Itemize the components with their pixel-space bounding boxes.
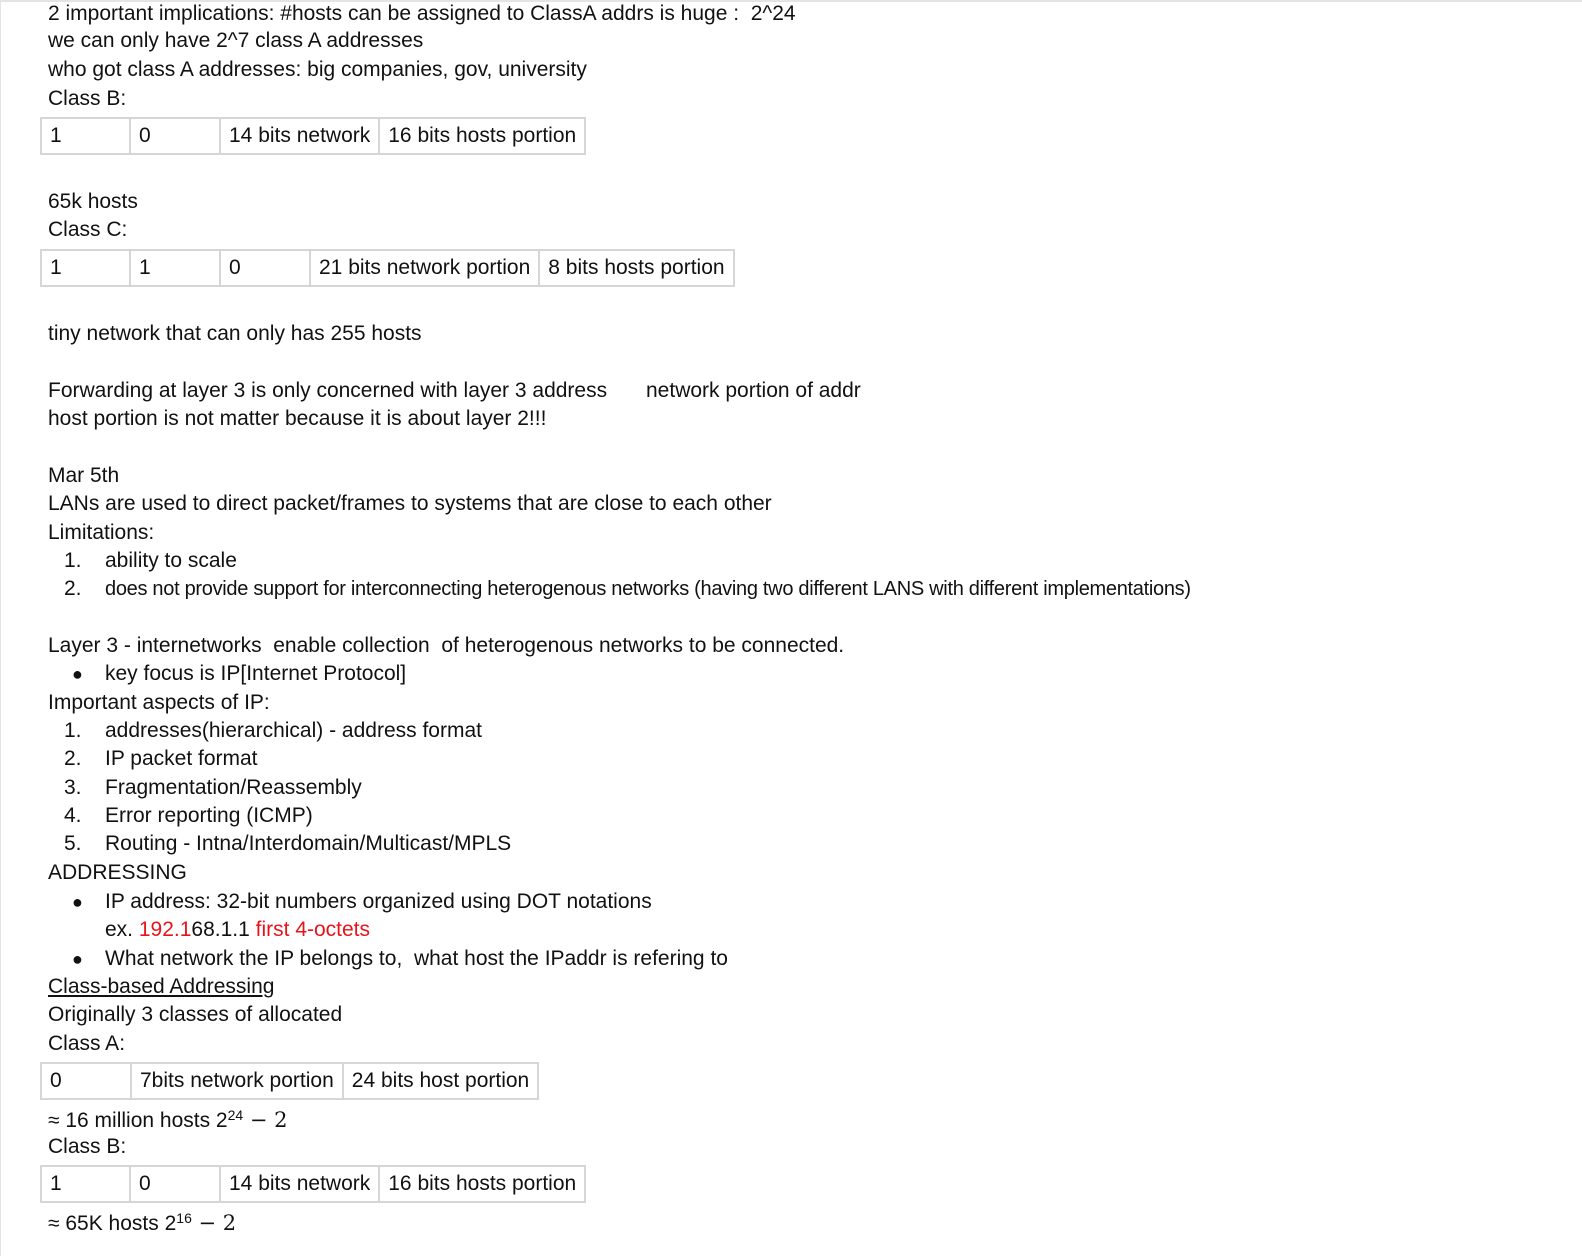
class-a-label: Class A:	[48, 1032, 126, 1055]
aspects-title: Important aspects of IP:	[48, 691, 270, 714]
list-number: 2.	[64, 747, 82, 770]
date-heading: Mar 5th	[48, 464, 120, 487]
list-item: What network the IP belongs to, what hos…	[105, 947, 728, 970]
table-cell: 0	[129, 1165, 221, 1203]
forwarding-line: Forwarding at layer 3 is only concerned …	[48, 379, 608, 402]
class-a-table: 0 7bits network portion 24 bits host por…	[40, 1062, 540, 1100]
class-a-owners-line: who got class A addresses: big companies…	[48, 58, 587, 81]
list-number: 5.	[64, 832, 82, 855]
hosts-65k-line: 65k hosts	[48, 190, 138, 213]
list-number: 1.	[64, 549, 82, 572]
forwarding-note: network portion of addr	[646, 379, 861, 402]
table-cell: 24 bits host portion	[341, 1062, 540, 1100]
originally-line: Originally 3 classes of allocated	[48, 1003, 343, 1026]
hosts-text: ≈ 65K hosts 2	[48, 1212, 177, 1235]
list-item: Routing - Intna/Interdomain/Multicast/MP…	[105, 832, 512, 855]
class-based-heading: Class-based Addressing	[48, 975, 275, 998]
list-item: IP packet format	[105, 747, 258, 770]
addressing-heading: ADDRESSING	[48, 861, 187, 884]
list-item: IP address: 32-bit numbers organized usi…	[105, 890, 652, 913]
table-cell: 14 bits network	[218, 1165, 381, 1203]
ip-example: ex. 192.168.1.1 first 4-octets	[105, 916, 370, 945]
list-item: ability to scale	[105, 549, 237, 572]
class-c-label: Class C:	[48, 218, 128, 241]
tiny-network-line: tiny network that can only has 255 hosts	[48, 322, 422, 345]
example-prefix: ex.	[105, 918, 139, 941]
class-b-label-top: Class B:	[48, 87, 127, 110]
list-item: addresses(hierarchical) - address format	[105, 719, 482, 742]
list-item: does not provide support for interconnec…	[105, 578, 1191, 600]
class-a-hosts: ≈ 16 million hosts 224 − 2	[48, 1106, 288, 1136]
class-b-table-top: 1 0 14 bits network 16 bits hosts portio…	[40, 117, 587, 155]
exponent: 24	[227, 1107, 244, 1123]
table-cell: 1	[129, 249, 221, 287]
table-cell: 14 bits network	[218, 117, 381, 155]
class-c-table: 1 1 0 21 bits network portion 8 bits hos…	[40, 249, 735, 287]
limitations-label: Limitations:	[48, 521, 155, 544]
table-cell: 7bits network portion	[130, 1062, 344, 1100]
list-item: Error reporting (ICMP)	[105, 804, 313, 827]
list-item: key focus is IP[Internet Protocol]	[105, 662, 407, 685]
example-note: first 4-octets	[255, 918, 371, 941]
host-portion-line: host portion is not matter because it is…	[48, 407, 547, 430]
hosts-text: ≈ 16 million hosts 2	[48, 1109, 228, 1132]
table-cell: 16 bits hosts portion	[378, 1165, 587, 1203]
table-cell: 0	[219, 249, 311, 287]
table-cell: 1	[40, 117, 131, 155]
minus-two: − 2	[191, 1211, 237, 1235]
page-left-border	[0, 0, 1, 1256]
bullet-dot-icon: ●	[72, 892, 83, 912]
table-cell: 1	[40, 1165, 131, 1203]
minus-two: − 2	[243, 1108, 288, 1132]
table-cell: 16 bits hosts portion	[378, 117, 587, 155]
class-a-count-line: we can only have 2^7 class A addresses	[48, 29, 424, 52]
class-b-label: Class B:	[48, 1135, 127, 1158]
list-number: 4.	[64, 804, 82, 827]
list-number: 3.	[64, 776, 82, 799]
list-item: Fragmentation/Reassembly	[105, 776, 362, 799]
example-highlight: 192.1	[138, 918, 192, 941]
class-b-table: 1 0 14 bits network 16 bits hosts portio…	[40, 1165, 587, 1203]
lans-line: LANs are used to direct packet/frames to…	[48, 492, 772, 515]
list-number: 1.	[64, 719, 82, 742]
class-b-hosts: ≈ 65K hosts 216 − 2	[48, 1209, 236, 1239]
table-cell: 1	[40, 249, 131, 287]
layer3-intro: Layer 3 - internetworks enable collectio…	[48, 634, 845, 657]
table-cell: 0	[40, 1062, 132, 1100]
bullet-dot-icon: ●	[72, 949, 83, 969]
table-cell: 8 bits hosts portion	[538, 249, 735, 287]
table-cell: 21 bits network portion	[308, 249, 541, 287]
implications-line: 2 important implications: #hosts can be …	[48, 2, 796, 25]
exponent: 16	[176, 1210, 192, 1226]
table-cell: 0	[129, 117, 221, 155]
bullet-dot-icon: ●	[72, 664, 83, 684]
example-rest: 68.1.1	[191, 918, 256, 941]
list-number: 2.	[64, 577, 82, 600]
